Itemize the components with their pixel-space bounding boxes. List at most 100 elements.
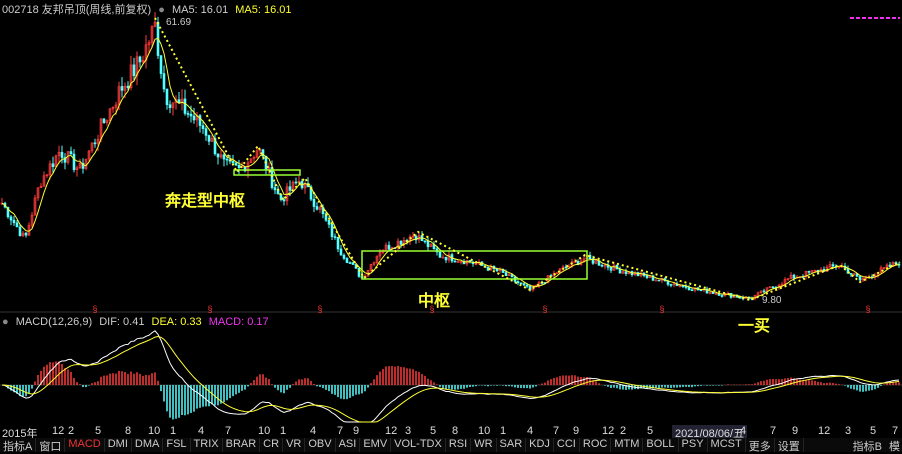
candle-body xyxy=(237,165,241,168)
tab-窗口[interactable]: 窗口 xyxy=(36,438,66,453)
dea-value: DEA: 0.33 xyxy=(151,316,202,328)
axis-label: 7 xyxy=(553,425,560,437)
axis-label: 1 xyxy=(280,425,287,437)
axis-label: 5 xyxy=(95,425,102,437)
candle-body xyxy=(453,260,457,263)
tab-roc[interactable]: ROC xyxy=(580,438,612,452)
tab-cr[interactable]: CR xyxy=(260,438,284,452)
candle-body xyxy=(624,271,628,274)
candle-body xyxy=(282,199,286,202)
tab-vol-tdx[interactable]: VOL-TDX xyxy=(391,438,446,452)
macd-title: MACD(12,26,9) xyxy=(15,316,93,328)
axis-label: 12 xyxy=(52,425,65,437)
tab-trix[interactable]: TRIX xyxy=(191,438,223,452)
candle-body xyxy=(9,216,13,221)
first-buy-label: 一买 xyxy=(738,316,771,335)
price-chart[interactable]: § § § § § § § xyxy=(0,0,902,452)
candle-body xyxy=(345,258,349,263)
axis-label: 3 xyxy=(845,425,852,437)
axis-label: 7 xyxy=(770,425,777,437)
tab-dma[interactable]: DMA xyxy=(132,438,164,452)
time-axis: 2015年 12 2 5 8 10 1 4 7 10 1 4 7 9 12 3 5 8 10 1 4 7 9 12 2 5 2021… xyxy=(0,424,902,441)
tab-mcst[interactable]: MCST xyxy=(708,438,746,452)
tab-更多[interactable]: 更多 xyxy=(746,438,775,453)
axis-label: 9 xyxy=(573,425,580,437)
candle-body xyxy=(399,240,403,245)
tab-asi[interactable]: ASI xyxy=(336,438,361,452)
tab-设置[interactable]: 设置 xyxy=(775,438,804,453)
axis-label: 5 xyxy=(430,425,437,437)
tab-fsl[interactable]: FSL xyxy=(163,438,191,452)
tab-vr[interactable]: VR xyxy=(283,438,306,452)
tab-boll[interactable]: BOLL xyxy=(643,438,679,452)
axis-label: 9 xyxy=(792,425,799,437)
axis-label: 5 xyxy=(870,425,877,437)
candle-body xyxy=(762,290,766,293)
candle-body xyxy=(162,73,166,90)
tab-indicator-b[interactable]: 指标B xyxy=(853,441,882,453)
candle-body xyxy=(15,222,19,228)
signal-marker: § xyxy=(542,304,547,314)
axis-label: 8 xyxy=(452,425,459,437)
candle-body xyxy=(438,251,442,258)
candle-body xyxy=(216,153,220,158)
dif-value: DIF: 0.41 xyxy=(99,316,145,328)
candle-body xyxy=(18,226,22,237)
axis-label: 4 xyxy=(310,425,317,437)
tab-wr[interactable]: WR xyxy=(471,438,497,452)
axis-label: 1 xyxy=(170,425,177,437)
candle-body xyxy=(168,104,172,109)
candle-body xyxy=(516,281,520,284)
tab-mode[interactable]: 模 xyxy=(889,441,900,453)
gear-icon[interactable]: ● xyxy=(2,316,9,328)
tab-emv[interactable]: EMV xyxy=(360,438,392,452)
axis-label: 4 xyxy=(527,425,534,437)
candle-body xyxy=(831,264,835,267)
candle-body xyxy=(387,244,391,250)
low-price-label: 9.80 xyxy=(762,295,782,306)
tab-kdj[interactable]: KDJ xyxy=(526,438,554,452)
candle-body xyxy=(132,64,136,77)
candle-body xyxy=(204,128,208,136)
candle-body xyxy=(342,254,346,259)
tab-mtm[interactable]: MTM xyxy=(611,438,644,452)
ma5-label: MA5: 16.01 xyxy=(171,4,229,16)
tab-cci[interactable]: CCI xyxy=(554,438,580,452)
axis-label: 1 xyxy=(500,425,507,437)
axis-label: 7 xyxy=(337,425,344,437)
axis-label: 8 xyxy=(125,425,132,437)
candle-body xyxy=(525,284,529,287)
candle-body xyxy=(222,154,226,160)
tab-macd[interactable]: MACD xyxy=(65,438,105,452)
candle-body xyxy=(201,125,205,129)
candle-body xyxy=(690,289,694,292)
tab-dmi[interactable]: DMI xyxy=(105,438,132,452)
tab-指标a[interactable]: 指标A xyxy=(0,438,37,453)
candle-body xyxy=(687,287,691,291)
tab-brar[interactable]: BRAR xyxy=(223,438,261,452)
candle-body xyxy=(849,273,853,275)
candle-body xyxy=(93,142,97,145)
candle-body xyxy=(312,198,316,207)
candle-body xyxy=(225,158,229,161)
candle-body xyxy=(519,282,523,285)
axis-label: 4 xyxy=(740,425,747,437)
axis-label: 4 xyxy=(198,425,205,437)
signal-marker: § xyxy=(92,304,97,314)
candle-body xyxy=(564,266,568,269)
axis-label: 2 xyxy=(68,425,75,437)
tab-obv[interactable]: OBV xyxy=(305,438,336,452)
candle-body xyxy=(327,220,331,225)
tab-psy[interactable]: PSY xyxy=(679,438,708,452)
tab-rsi[interactable]: RSI xyxy=(446,438,472,452)
gear-icon[interactable]: ● xyxy=(158,4,165,16)
axis-label: 12 xyxy=(602,425,615,437)
pivot-label-running: 奔走型中枢 xyxy=(165,191,246,210)
macd-header: ● MACD(12,26,9) DIF: 0.41 DEA: 0.33 MACD… xyxy=(2,316,273,328)
candle-body xyxy=(609,267,613,271)
candle-body xyxy=(273,187,277,191)
chart-header: 002718 友邦吊顶(周线,前复权) ● MA5: 16.01 MA5: 16… xyxy=(2,1,296,17)
candle-body xyxy=(192,115,196,121)
candle-body xyxy=(69,151,73,155)
tab-sar[interactable]: SAR xyxy=(497,438,527,452)
